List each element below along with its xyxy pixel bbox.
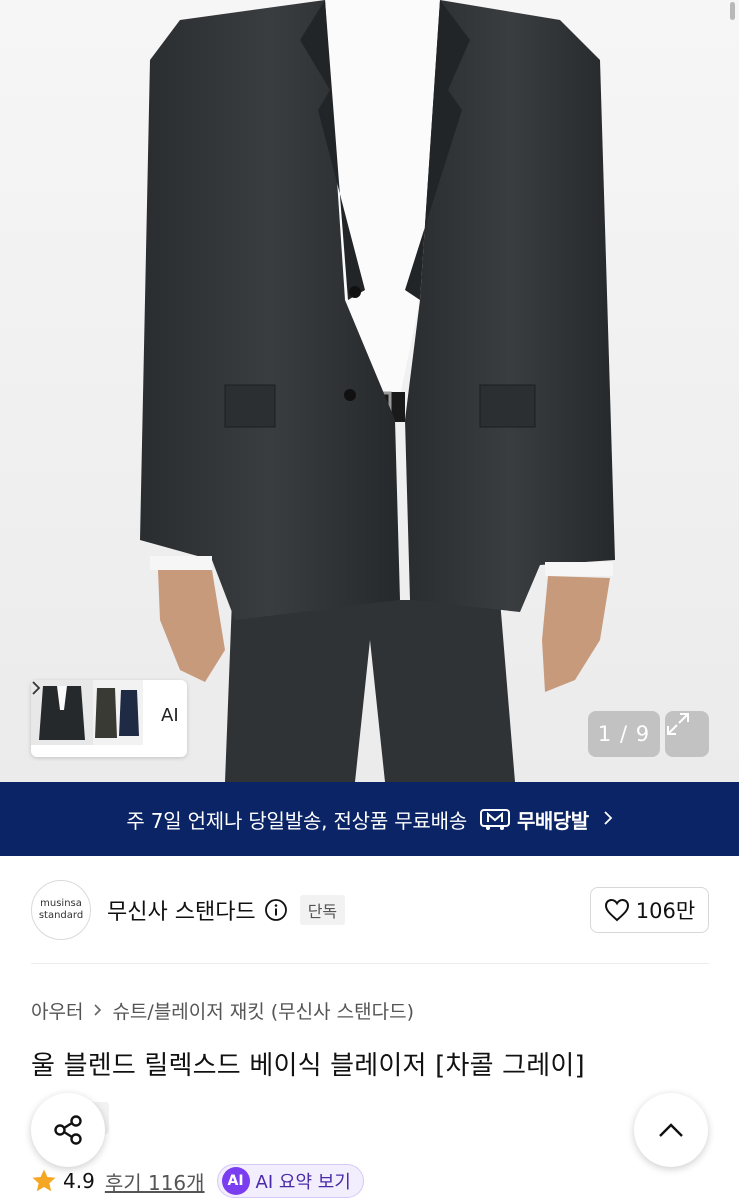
brand-logo-line1: musinsa — [40, 898, 82, 909]
banner-text: 주 7일 언제나 당일발송, 전상품 무료배송 — [126, 808, 468, 833]
free-shipping-banner[interactable]: 주 7일 언제나 당일발송, 전상품 무료배송 무배당발 — [0, 782, 739, 856]
chevron-up-icon — [659, 1123, 683, 1137]
rating-row: 4.9 후기 116개 AI AI 요약 보기 — [31, 1163, 364, 1199]
brand-name[interactable]: 무신사 스탠다드 — [107, 894, 256, 926]
info-icon[interactable] — [264, 898, 288, 922]
brand-row: musinsa standard 무신사 스탠다드 단독 106만 — [31, 880, 709, 940]
ai-icon: AI — [221, 1167, 250, 1195]
ai-label: AI — [161, 705, 179, 726]
chevron-right-icon — [93, 1003, 102, 1017]
review-count-link[interactable]: 후기 116개 — [105, 1167, 205, 1196]
brand-logo[interactable]: musinsa standard — [31, 880, 91, 940]
product-title: 울 블렌드 릴렉스드 베이식 블레이저 [차콜 그레이] — [31, 1051, 585, 1081]
scrollbar-thumb[interactable] — [730, 2, 735, 20]
delivery-badge-text: 무배당발 — [517, 808, 589, 833]
product-photo — [0, 0, 739, 782]
expand-icon — [667, 713, 689, 735]
product-image-gallery[interactable]: AI 1 / 9 — [0, 0, 739, 782]
delivery-truck-icon — [480, 809, 511, 830]
rating-score: 4.9 — [63, 1169, 95, 1193]
delivery-logo: 무배당발 — [479, 805, 589, 834]
divider — [31, 963, 709, 964]
like-count: 106만 — [635, 899, 696, 923]
breadcrumb: 아우터 슈트/블레이저 재킷 (무신사 스탠다드) — [31, 995, 414, 1025]
variant-thumbnail-image[interactable] — [31, 680, 149, 751]
ai-summary-label: AI 요약 보기 — [255, 1172, 351, 1193]
ai-summary-button[interactable]: AI AI 요약 보기 — [216, 1164, 364, 1198]
brand-logo-line2: standard — [38, 910, 84, 921]
chevron-right-icon — [603, 807, 613, 831]
share-button[interactable] — [31, 1093, 105, 1167]
exclusive-badge: 단독 — [299, 895, 346, 925]
breadcrumb-item-category[interactable]: 슈트/블레이저 재킷 (무신사 스탠다드) — [112, 997, 414, 1024]
like-button[interactable]: 106만 — [590, 887, 709, 933]
color-variant-thumbnails[interactable]: AI — [31, 680, 187, 757]
share-icon — [54, 1115, 82, 1145]
scroll-to-top-button[interactable] — [634, 1093, 708, 1167]
star-icon — [32, 1169, 56, 1192]
heart-icon — [604, 898, 629, 922]
image-page-counter: 1 / 9 — [588, 711, 660, 757]
breadcrumb-item-outer[interactable]: 아우터 — [31, 997, 83, 1024]
expand-button[interactable] — [665, 711, 709, 757]
